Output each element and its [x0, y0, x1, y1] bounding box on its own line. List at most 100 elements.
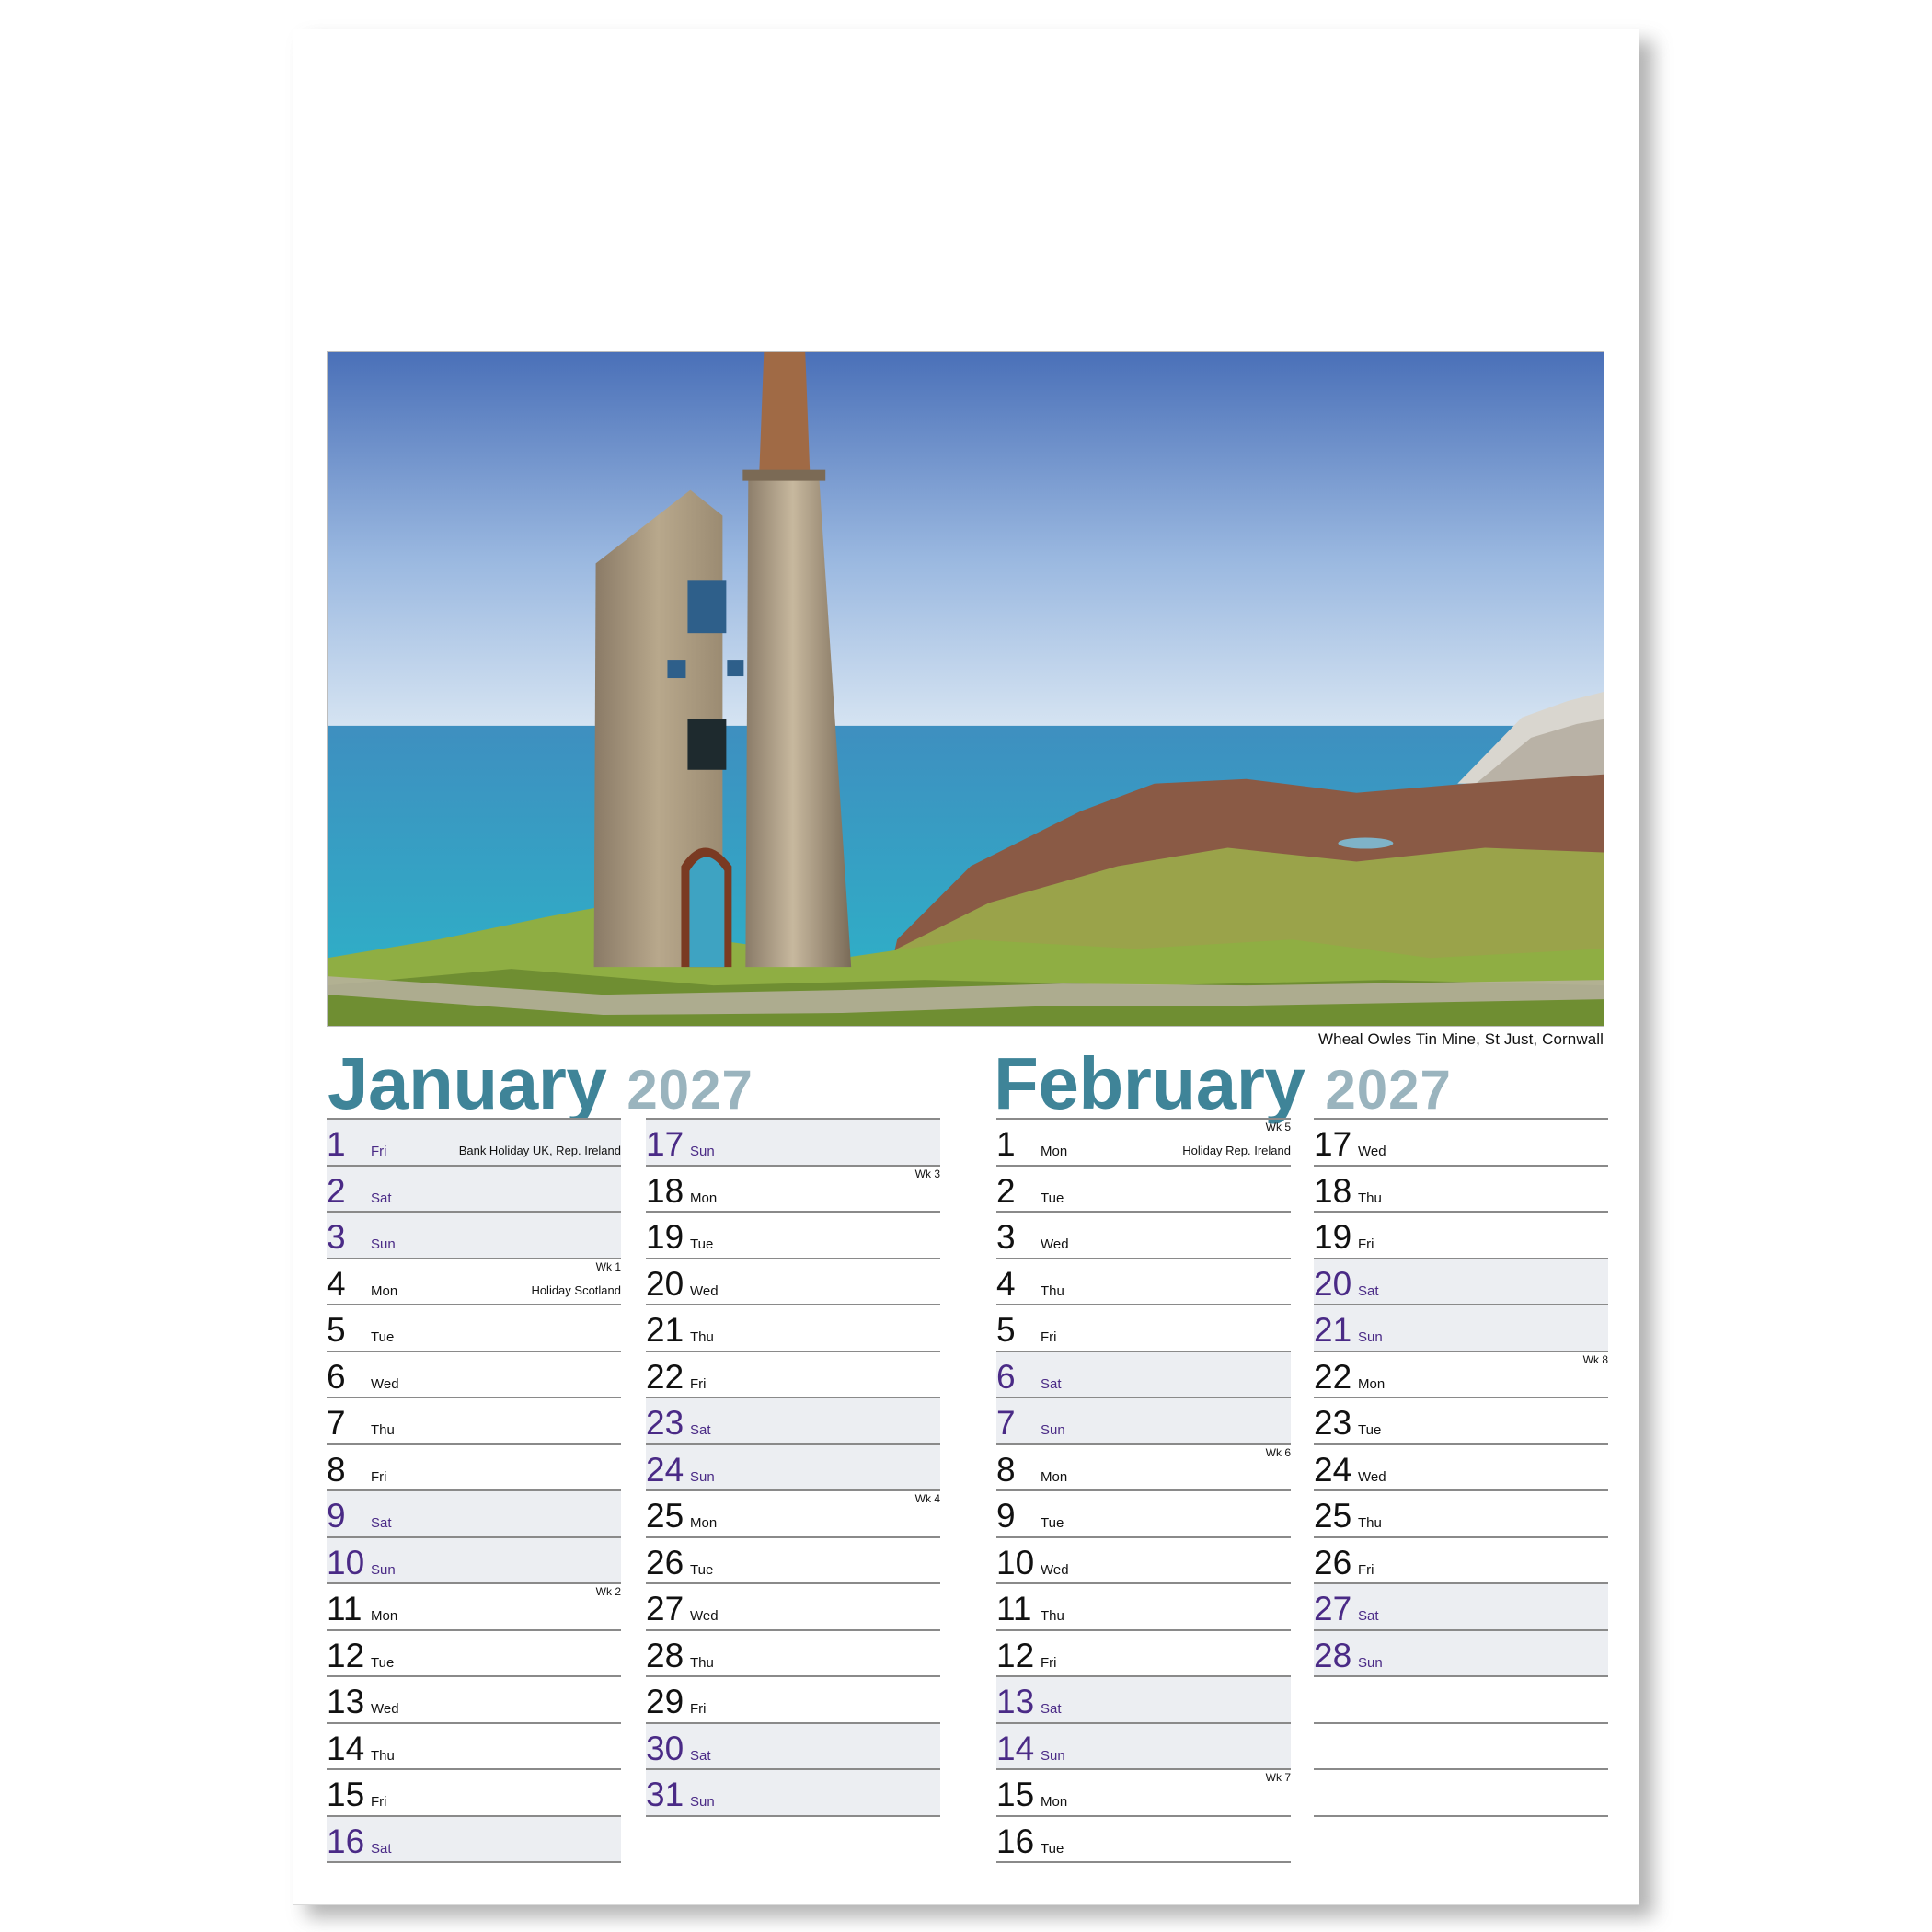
day-row: 23 Sat: [646, 1397, 940, 1443]
day-number: 23: [1314, 1404, 1352, 1442]
day-name: Fri: [690, 1375, 707, 1392]
day-row: 8 Fri: [327, 1443, 621, 1490]
day-number: 14: [996, 1729, 1035, 1767]
day-name: Sat: [371, 1840, 392, 1857]
day-number: 29: [646, 1683, 684, 1720]
day-row: 3 Wed: [996, 1211, 1291, 1258]
day-name: Sat: [1358, 1608, 1379, 1624]
day-row: 2 Tue: [996, 1164, 1291, 1212]
day-row: 26 Tue: [646, 1535, 940, 1583]
january-title: January 2027: [328, 1041, 753, 1124]
day-row: 21 Thu: [646, 1304, 940, 1351]
day-name: Sun: [1041, 1422, 1065, 1438]
day-name: Fri: [1041, 1329, 1057, 1345]
day-row: 5 Fri: [996, 1304, 1291, 1351]
day-row: 10 Sun: [327, 1535, 621, 1582]
january-column-1: 1 Fri Bank Holiday UK, Rep. Ireland 2 Sat 3 Su…: [327, 1118, 621, 1863]
day-row: 1 Fri Bank Holiday UK, Rep. Ireland: [327, 1118, 621, 1165]
day-row: 29 Fri: [646, 1675, 940, 1722]
day-row: [1314, 1768, 1608, 1815]
month-year: 2027: [1325, 1059, 1452, 1121]
day-number: 1: [996, 1125, 1016, 1163]
day-row: 9 Tue: [996, 1489, 1291, 1536]
day-name: Mon: [1358, 1375, 1386, 1392]
day-name: Sat: [690, 1747, 711, 1764]
day-number: 27: [646, 1590, 684, 1627]
day-number: 21: [1314, 1311, 1352, 1349]
day-name: Mon: [1041, 1144, 1068, 1159]
day-number: 28: [1314, 1636, 1352, 1674]
day-name: Sun: [1358, 1654, 1383, 1671]
day-name: Mon: [690, 1515, 718, 1531]
day-number: 11: [996, 1590, 1032, 1627]
month-name: February: [994, 1042, 1305, 1124]
day-number: 13: [996, 1683, 1035, 1720]
day-number: 3: [327, 1218, 346, 1256]
day-number: 8: [996, 1450, 1016, 1489]
day-number: 25: [646, 1497, 684, 1535]
day-row: 22 Fri: [646, 1350, 940, 1397]
day-row: 8 Mon Wk 6: [996, 1443, 1291, 1490]
day-row: 3 Sun: [327, 1211, 621, 1258]
day-row: 31 Sun: [646, 1768, 940, 1815]
day-row: 13 Wed: [327, 1675, 621, 1722]
day-name: Sun: [690, 1144, 715, 1159]
day-name: Wed: [371, 1375, 399, 1392]
day-name: Thu: [371, 1747, 395, 1764]
day-row: 2 Sat: [327, 1164, 621, 1211]
day-name: Sun: [371, 1236, 396, 1252]
day-number: 31: [646, 1776, 684, 1813]
day-name: Tue: [1041, 1190, 1064, 1206]
day-number: 16: [327, 1822, 365, 1860]
day-row: 15 Fri: [327, 1768, 621, 1815]
day-name: Wed: [1041, 1561, 1069, 1578]
day-row: 11 Mon Wk 2: [327, 1582, 621, 1629]
day-row: 17 Wed: [1314, 1118, 1608, 1165]
day-number: 10: [327, 1543, 365, 1581]
day-name: Mon: [371, 1282, 398, 1299]
day-number: 22: [646, 1357, 684, 1396]
day-name: Thu: [690, 1654, 714, 1671]
day-number: 10: [996, 1543, 1035, 1581]
day-row: 14 Sun: [996, 1721, 1291, 1768]
day-row: 16 Tue: [996, 1814, 1291, 1862]
holiday-note: Holiday Rep. Ireland: [1182, 1144, 1291, 1157]
day-name: Fri: [690, 1701, 707, 1717]
day-row: 9 Sat: [327, 1489, 621, 1536]
day-number: 20: [646, 1264, 684, 1303]
day-row: 17 Sun: [646, 1118, 940, 1165]
day-number: 4: [996, 1264, 1016, 1303]
january-column-2: 17 Sun 18 Mon Wk 3 19 Tue 20 Wed 21 Thu 22 Fri 23 Sat 2…: [646, 1118, 940, 1817]
day-name: Fri: [371, 1794, 387, 1810]
day-name: Thu: [690, 1329, 714, 1345]
day-row: 27 Sat: [1314, 1582, 1608, 1629]
day-row: 25 Thu: [1314, 1489, 1608, 1536]
day-number: 11: [327, 1590, 362, 1627]
day-row: 4 Mon Wk 1 Holiday Scotland: [327, 1257, 621, 1305]
day-name: Sat: [371, 1515, 392, 1531]
column-end-rule: [1314, 1814, 1608, 1817]
day-row: 21 Sun: [1314, 1304, 1608, 1351]
day-row: 26 Fri: [1314, 1535, 1608, 1583]
day-name: Sun: [1358, 1329, 1383, 1345]
day-row: 7 Sun: [996, 1397, 1291, 1443]
week-number: Wk 8: [1582, 1352, 1608, 1366]
day-number: 2: [996, 1171, 1016, 1210]
day-name: Mon: [1041, 1468, 1068, 1485]
day-name: Tue: [371, 1329, 395, 1345]
landscape-photo: [327, 351, 1604, 1027]
day-name: Fri: [371, 1144, 387, 1159]
february-title: February 2027: [994, 1041, 1452, 1124]
day-number: 6: [996, 1357, 1016, 1396]
day-number: 12: [327, 1636, 365, 1674]
day-name: Mon: [690, 1190, 718, 1206]
week-number: Wk 3: [914, 1167, 940, 1180]
day-row: 6 Wed: [327, 1350, 621, 1397]
day-number: 9: [327, 1497, 346, 1535]
day-number: 19: [1314, 1218, 1352, 1256]
week-number: Wk 1: [595, 1259, 621, 1273]
day-name: Sun: [690, 1468, 715, 1485]
day-number: 9: [996, 1497, 1016, 1535]
day-name: Tue: [371, 1654, 395, 1671]
day-number: 2: [327, 1171, 346, 1210]
